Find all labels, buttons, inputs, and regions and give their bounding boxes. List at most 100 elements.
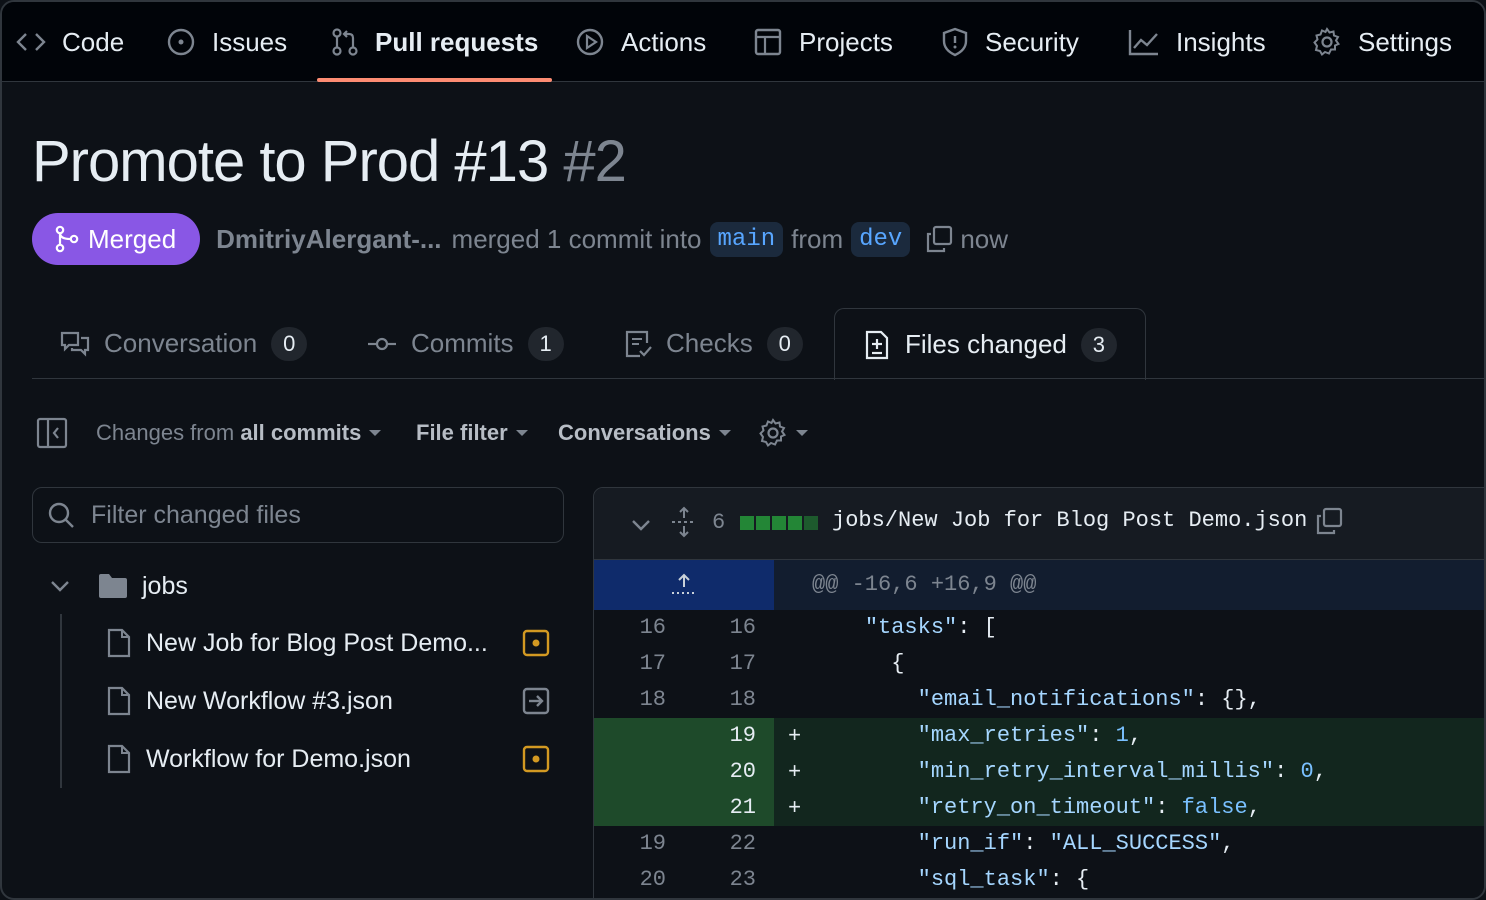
conversations-dropdown[interactable]: Conversations — [558, 414, 731, 452]
new-line-number[interactable]: 16 — [684, 610, 774, 646]
search-icon — [48, 502, 74, 528]
tree-file-item[interactable]: New Workflow #3.json — [106, 679, 393, 723]
nav-issues-label: Issues — [212, 26, 288, 57]
nav-code[interactable]: Code — [16, 2, 124, 82]
changes-from-dropdown[interactable]: Changes from all commits — [96, 414, 382, 452]
tree-folder-jobs[interactable]: jobs — [48, 564, 188, 608]
new-line-number[interactable]: 18 — [684, 682, 774, 718]
unfold-icon[interactable] — [670, 506, 698, 538]
expand-up-button[interactable] — [594, 560, 774, 610]
diff-line-context: 18 18 "email_notifications": {}, — [594, 682, 1484, 718]
new-line-number[interactable]: 17 — [684, 646, 774, 682]
new-line-number[interactable]: 23 — [684, 862, 774, 898]
toggle-file-tree-button[interactable] — [36, 414, 68, 452]
file-modified-icon — [522, 745, 550, 773]
tree-file-label: Workflow for Demo.json — [146, 744, 411, 773]
new-line-number[interactable]: 19 — [684, 718, 774, 754]
tree-guide-line — [60, 614, 62, 788]
tab-conversation[interactable]: Conversation 0 — [60, 308, 308, 379]
chevron-down-icon[interactable] — [630, 514, 652, 536]
old-line-number[interactable]: 17 — [594, 646, 684, 682]
code-line: "run_if": "ALL_SUCCESS", — [917, 831, 1235, 856]
diff-line-context: 19 22 "run_if": "ALL_SUCCESS", — [594, 826, 1484, 862]
nav-pull-requests[interactable]: Pull requests — [316, 2, 553, 82]
filter-files-input[interactable]: Filter changed files — [32, 487, 564, 543]
diff-line-context: 16 16 "tasks": [ — [594, 610, 1484, 646]
status-badge: Merged — [32, 213, 201, 265]
app-window: Code Issues Pull requests Actions Projec… — [0, 0, 1486, 900]
old-line-number[interactable] — [594, 718, 684, 754]
table-icon — [754, 28, 782, 56]
code-line: "retry_on_timeout": false, — [917, 795, 1261, 820]
from-text: from — [791, 223, 844, 254]
base-branch[interactable]: main — [709, 221, 784, 257]
old-line-number[interactable]: 18 — [594, 682, 684, 718]
tab-commits[interactable]: Commits 1 — [367, 308, 564, 379]
merge-icon — [55, 225, 79, 253]
nav-issues[interactable]: Issues — [166, 2, 287, 82]
file-icon — [107, 744, 131, 774]
old-line-number[interactable] — [594, 790, 684, 826]
file-renamed-icon — [522, 687, 550, 715]
code-line: { — [812, 651, 905, 676]
tab-files-changed-label: Files changed — [905, 329, 1067, 359]
file-icon — [107, 628, 131, 658]
diff-changes-count: 6 — [712, 510, 726, 535]
chevron-down-icon — [718, 430, 731, 436]
chevron-down-icon — [515, 430, 528, 436]
copy-icon[interactable] — [924, 224, 954, 254]
chevron-down-icon — [51, 581, 69, 592]
tab-commits-count: 1 — [527, 326, 564, 361]
nav-insights-label: Insights — [1176, 26, 1266, 57]
tree-file-item[interactable]: Workflow for Demo.json — [106, 737, 411, 781]
author-link[interactable]: DmitriyAlergant-... — [216, 224, 441, 255]
new-line-number[interactable]: 21 — [684, 790, 774, 826]
chevron-down-icon — [369, 430, 382, 436]
tab-files-changed[interactable]: Files changed 3 — [834, 308, 1146, 380]
nav-settings[interactable]: Settings — [1312, 2, 1452, 82]
diff-line-added: 21 + "retry_on_timeout": false, — [594, 790, 1484, 826]
code-icon — [16, 33, 46, 51]
tab-files-changed-count: 3 — [1080, 327, 1117, 362]
nav-actions[interactable]: Actions — [575, 2, 706, 82]
tab-checks[interactable]: Checks 0 — [624, 308, 803, 379]
added-marker: + — [788, 760, 802, 785]
code-line: "tasks": [ — [864, 615, 997, 640]
old-line-number[interactable]: 16 — [594, 610, 684, 646]
repo-nav: Code Issues Pull requests Actions Projec… — [2, 2, 1484, 82]
code-line: "min_retry_interval_millis": 0, — [917, 759, 1327, 784]
old-line-number[interactable]: 19 — [594, 826, 684, 862]
tab-checks-count: 0 — [766, 326, 803, 361]
old-line-number[interactable]: 20 — [594, 862, 684, 898]
file-filter-dropdown[interactable]: File filter — [416, 414, 528, 452]
conversations-label: Conversations — [558, 420, 711, 445]
changes-from-value: all commits — [240, 420, 362, 445]
head-branch[interactable]: dev — [851, 221, 911, 257]
diffstat-block — [804, 516, 818, 530]
diff-file-path[interactable]: jobs/New Job for Blog Post Demo.json — [832, 508, 1307, 533]
graph-icon — [1128, 30, 1158, 56]
new-line-number[interactable]: 20 — [684, 754, 774, 790]
folder-icon — [99, 574, 127, 598]
copy-icon[interactable] — [1314, 506, 1344, 536]
diff-line-context: 17 17 { — [594, 646, 1484, 682]
nav-projects[interactable]: Projects — [753, 2, 893, 82]
diff-line-context: 20 23 "sql_task": { — [594, 862, 1484, 898]
code-line: "max_retries": 1, — [917, 723, 1143, 748]
nav-insights[interactable]: Insights — [1128, 2, 1266, 82]
tab-commits-label: Commits — [411, 328, 514, 358]
diffstat-block — [740, 516, 754, 530]
new-line-number[interactable]: 22 — [684, 826, 774, 862]
nav-security[interactable]: Security — [941, 2, 1079, 82]
fold-up-icon — [672, 573, 696, 594]
nav-security-label: Security — [985, 26, 1079, 57]
file-modified-icon — [522, 629, 550, 657]
tree-file-item[interactable]: New Job for Blog Post Demo... — [106, 621, 488, 665]
code-line: "sql_task": { — [917, 867, 1090, 892]
diff-settings-dropdown[interactable] — [758, 414, 808, 452]
tree-file-label: New Job for Blog Post Demo... — [146, 628, 488, 657]
nav-pull-requests-label: Pull requests — [375, 26, 539, 57]
tabs-divider — [32, 378, 1484, 379]
file-filter-label: File filter — [416, 420, 508, 445]
old-line-number[interactable] — [594, 754, 684, 790]
